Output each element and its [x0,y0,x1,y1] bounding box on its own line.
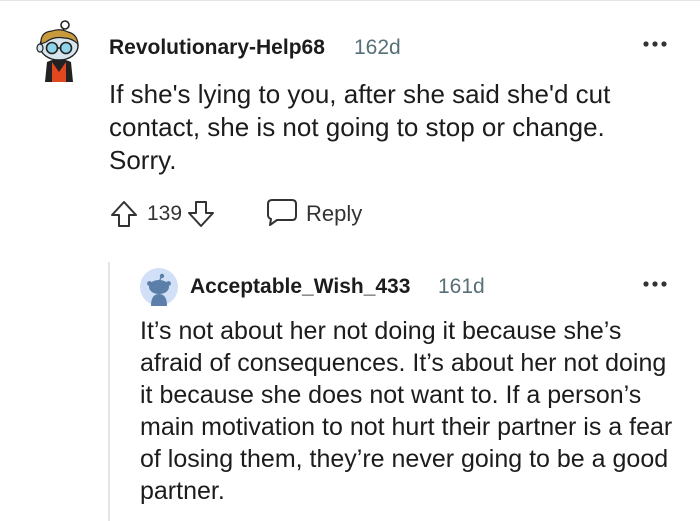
vote-score: 139 [147,202,183,225]
comment-body: If she's lying to you, after she said sh… [109,79,611,175]
more-options-icon[interactable] [638,272,672,296]
reply-body: It’s not about her not doing it because … [140,317,673,505]
reply-button[interactable]: Reply [266,197,362,231]
reply-age: 161d [438,275,485,298]
reply-label: Reply [306,201,363,226]
comment-author[interactable]: Revolutionary-Help68 [109,36,325,60]
upvote-arrow-icon[interactable] [107,197,141,231]
comment-age: 162d [354,36,401,59]
top-divider [0,0,700,1]
reply-bubble-icon [266,197,298,232]
thread-line[interactable] [108,262,110,521]
reply-author[interactable]: Acceptable_Wish_433 [190,275,410,299]
default-snoo-avatar-icon[interactable] [140,268,178,306]
more-options-icon[interactable] [638,32,672,56]
snoo-avatar-icon[interactable] [34,18,84,82]
downvote-arrow-icon[interactable] [184,197,218,231]
vote-controls: 139 [107,194,218,234]
